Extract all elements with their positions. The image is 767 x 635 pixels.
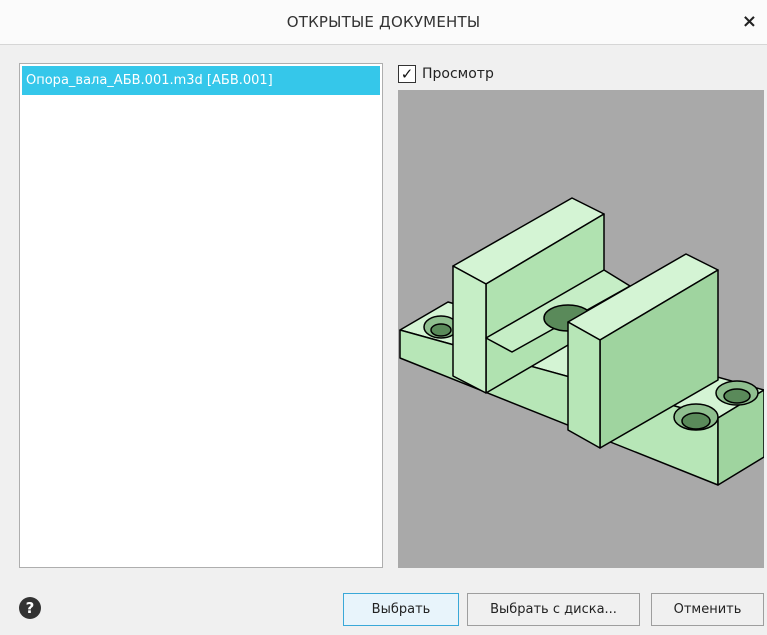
preview-checkbox[interactable]: ✓ (398, 65, 416, 83)
dialog-title: ОТКРЫТЫЕ ДОКУМЕНТЫ (286, 13, 481, 31)
title-bar: ОТКРЫТЫЕ ДОКУМЕНТЫ × (0, 0, 767, 45)
close-icon[interactable]: × (742, 0, 757, 44)
preview-panel (398, 90, 764, 568)
model-preview-image (399, 197, 764, 486)
help-icon[interactable]: ? (19, 597, 41, 619)
documents-list[interactable]: Опора_вала_АБВ.001.m3d [АБВ.001] (19, 63, 383, 568)
list-item[interactable]: Опора_вала_АБВ.001.m3d [АБВ.001] (22, 66, 380, 95)
select-button[interactable]: Выбрать (343, 593, 459, 626)
open-documents-dialog: ОТКРЫТЫЕ ДОКУМЕНТЫ × Опора_вала_АБВ.001.… (0, 0, 767, 635)
preview-label: Просмотр (422, 66, 494, 82)
preview-toggle[interactable]: ✓ Просмотр (398, 63, 494, 85)
select-from-disk-button[interactable]: Выбрать с диска... (467, 593, 640, 626)
cancel-button[interactable]: Отменить (651, 593, 764, 626)
